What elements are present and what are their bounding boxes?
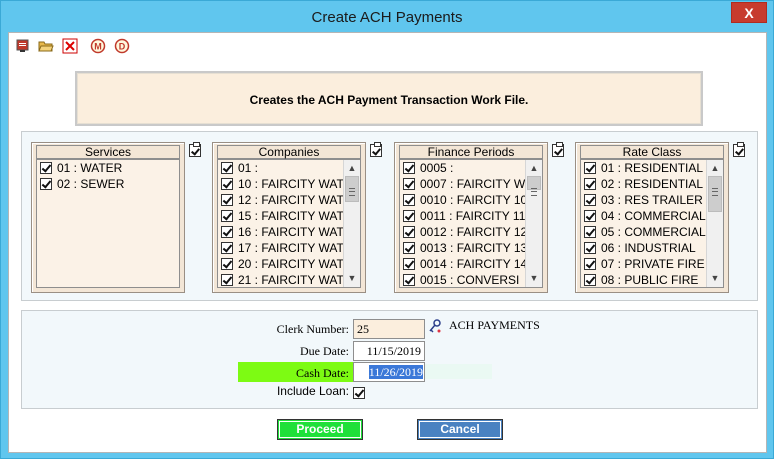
banner-text: Creates the ACH Payment Transaction Work… [249,93,529,107]
scroll-down-arrow-icon[interactable]: ▼ [707,270,723,286]
checkbox[interactable] [584,242,596,254]
checkbox[interactable] [221,258,233,270]
checkbox[interactable] [584,194,596,206]
companies-scrollbar[interactable]: ▲ ▼ [343,160,360,287]
finance-periods-select-all-icon[interactable] [552,142,564,157]
cash-date-description [425,364,492,379]
rate-class-list[interactable]: 01 : RESIDENTIAL 02 : RESIDENTIAL 03 : R… [580,159,724,288]
checkbox[interactable] [584,162,596,174]
companies-select-all-icon[interactable] [370,142,382,157]
checkbox[interactable] [584,226,596,238]
checkbox[interactable] [221,194,233,206]
m-circle-icon[interactable]: M [90,38,106,54]
scroll-down-arrow-icon[interactable]: ▼ [344,270,360,286]
companies-list-title: Companies [217,145,361,159]
checkbox[interactable] [584,210,596,222]
scroll-thumb[interactable] [708,176,722,212]
scroll-up-arrow-icon[interactable]: ▲ [707,160,723,176]
dialog-window: Create ACH Payments X M D Creates the AC… [0,0,774,459]
cancel-button-label: Cancel [419,421,501,438]
cancel-button[interactable]: Cancel [417,419,503,440]
checkbox[interactable] [221,274,233,286]
services-list-title: Services [36,145,180,159]
checkbox[interactable] [403,274,415,286]
rate-class-select-all-icon[interactable] [733,142,745,157]
due-date-label: Due Date: [300,344,349,358]
checkbox[interactable] [403,178,415,190]
dialog-client-area: M D Creates the ACH Payment Transaction … [8,32,767,453]
checkbox[interactable] [40,178,52,190]
scroll-up-arrow-icon[interactable]: ▲ [526,160,542,176]
scroll-thumb[interactable] [527,176,541,196]
checkbox[interactable] [403,210,415,222]
description-banner: Creates the ACH Payment Transaction Work… [75,71,703,126]
checkbox[interactable] [403,194,415,206]
checkbox[interactable] [221,162,233,174]
companies-list[interactable]: 01 : 10 : FAIRCITY WAT 12 : FAIRCITY WAT… [217,159,361,288]
finance-periods-list[interactable]: 0005 : 0007 : FAIRCITY W 0010 : FAIRCITY… [399,159,543,288]
close-red-x-icon[interactable] [62,38,78,54]
include-loan-checkbox[interactable] [353,387,365,399]
clerk-number-label: Clerk Number: [276,322,349,336]
selection-lists-panel: Services 01 : WATER 02 : SEWER Companies… [21,131,758,301]
services-list[interactable]: 01 : WATER 02 : SEWER [36,159,180,288]
checkbox[interactable] [221,226,233,238]
checkbox[interactable] [221,178,233,190]
scroll-thumb[interactable] [345,176,359,202]
clerk-number-field[interactable]: 25 [353,319,425,339]
companies-list-box: Companies 01 : 10 : FAIRCITY WAT 12 : FA… [212,142,366,293]
rate-class-scrollbar[interactable]: ▲ ▼ [706,160,723,287]
window-title: Create ACH Payments [311,9,463,26]
checkbox[interactable] [403,242,415,254]
cash-date-field[interactable]: 11/26/2019 [353,362,425,382]
proceed-button[interactable]: Proceed [277,419,363,440]
m-icon-letter: M [94,42,102,52]
checkbox[interactable] [403,162,415,174]
finance-periods-list-title: Finance Periods [399,145,543,159]
checkbox[interactable] [584,178,596,190]
finance-periods-list-box: Finance Periods 0005 : 0007 : FAIRCITY W… [394,142,548,293]
services-list-box: Services 01 : WATER 02 : SEWER [31,142,185,293]
services-select-all-icon[interactable] [189,142,201,157]
rate-class-list-box: Rate Class 01 : RESIDENTIAL 02 : RESIDEN… [575,142,729,293]
cash-date-label: Cash Date: [296,366,349,380]
checkbox[interactable] [584,274,596,286]
d-icon-letter: D [119,42,126,52]
clerk-description: ACH PAYMENTS [449,318,540,332]
cash-date-selected-text: 11/26/2019 [368,365,423,379]
scroll-down-arrow-icon[interactable]: ▼ [526,270,542,286]
finance-periods-scrollbar[interactable]: ▲ ▼ [525,160,542,287]
lookup-key-icon[interactable] [428,319,442,335]
title-bar[interactable]: Create ACH Payments X [1,1,773,32]
checkbox[interactable] [584,258,596,270]
checkbox[interactable] [40,162,52,174]
scroll-up-arrow-icon[interactable]: ▲ [344,160,360,176]
include-loan-label: Include Loan: [276,384,349,398]
checkbox[interactable] [403,226,415,238]
proceed-button-label: Proceed [279,421,361,438]
toolbar: M D [9,33,766,59]
checkbox[interactable] [221,210,233,222]
report-icon[interactable] [15,38,31,54]
due-date-field[interactable]: 11/15/2019 [353,341,425,361]
checkbox[interactable] [221,242,233,254]
parameters-panel: Clerk Number: 25 ACH PAYMENTS Due Date: … [21,310,758,409]
open-folder-icon[interactable] [38,38,54,54]
rate-class-list-title: Rate Class [580,145,724,159]
close-window-button[interactable]: X [731,2,767,23]
checkbox[interactable] [403,258,415,270]
d-circle-icon[interactable]: D [114,38,130,54]
